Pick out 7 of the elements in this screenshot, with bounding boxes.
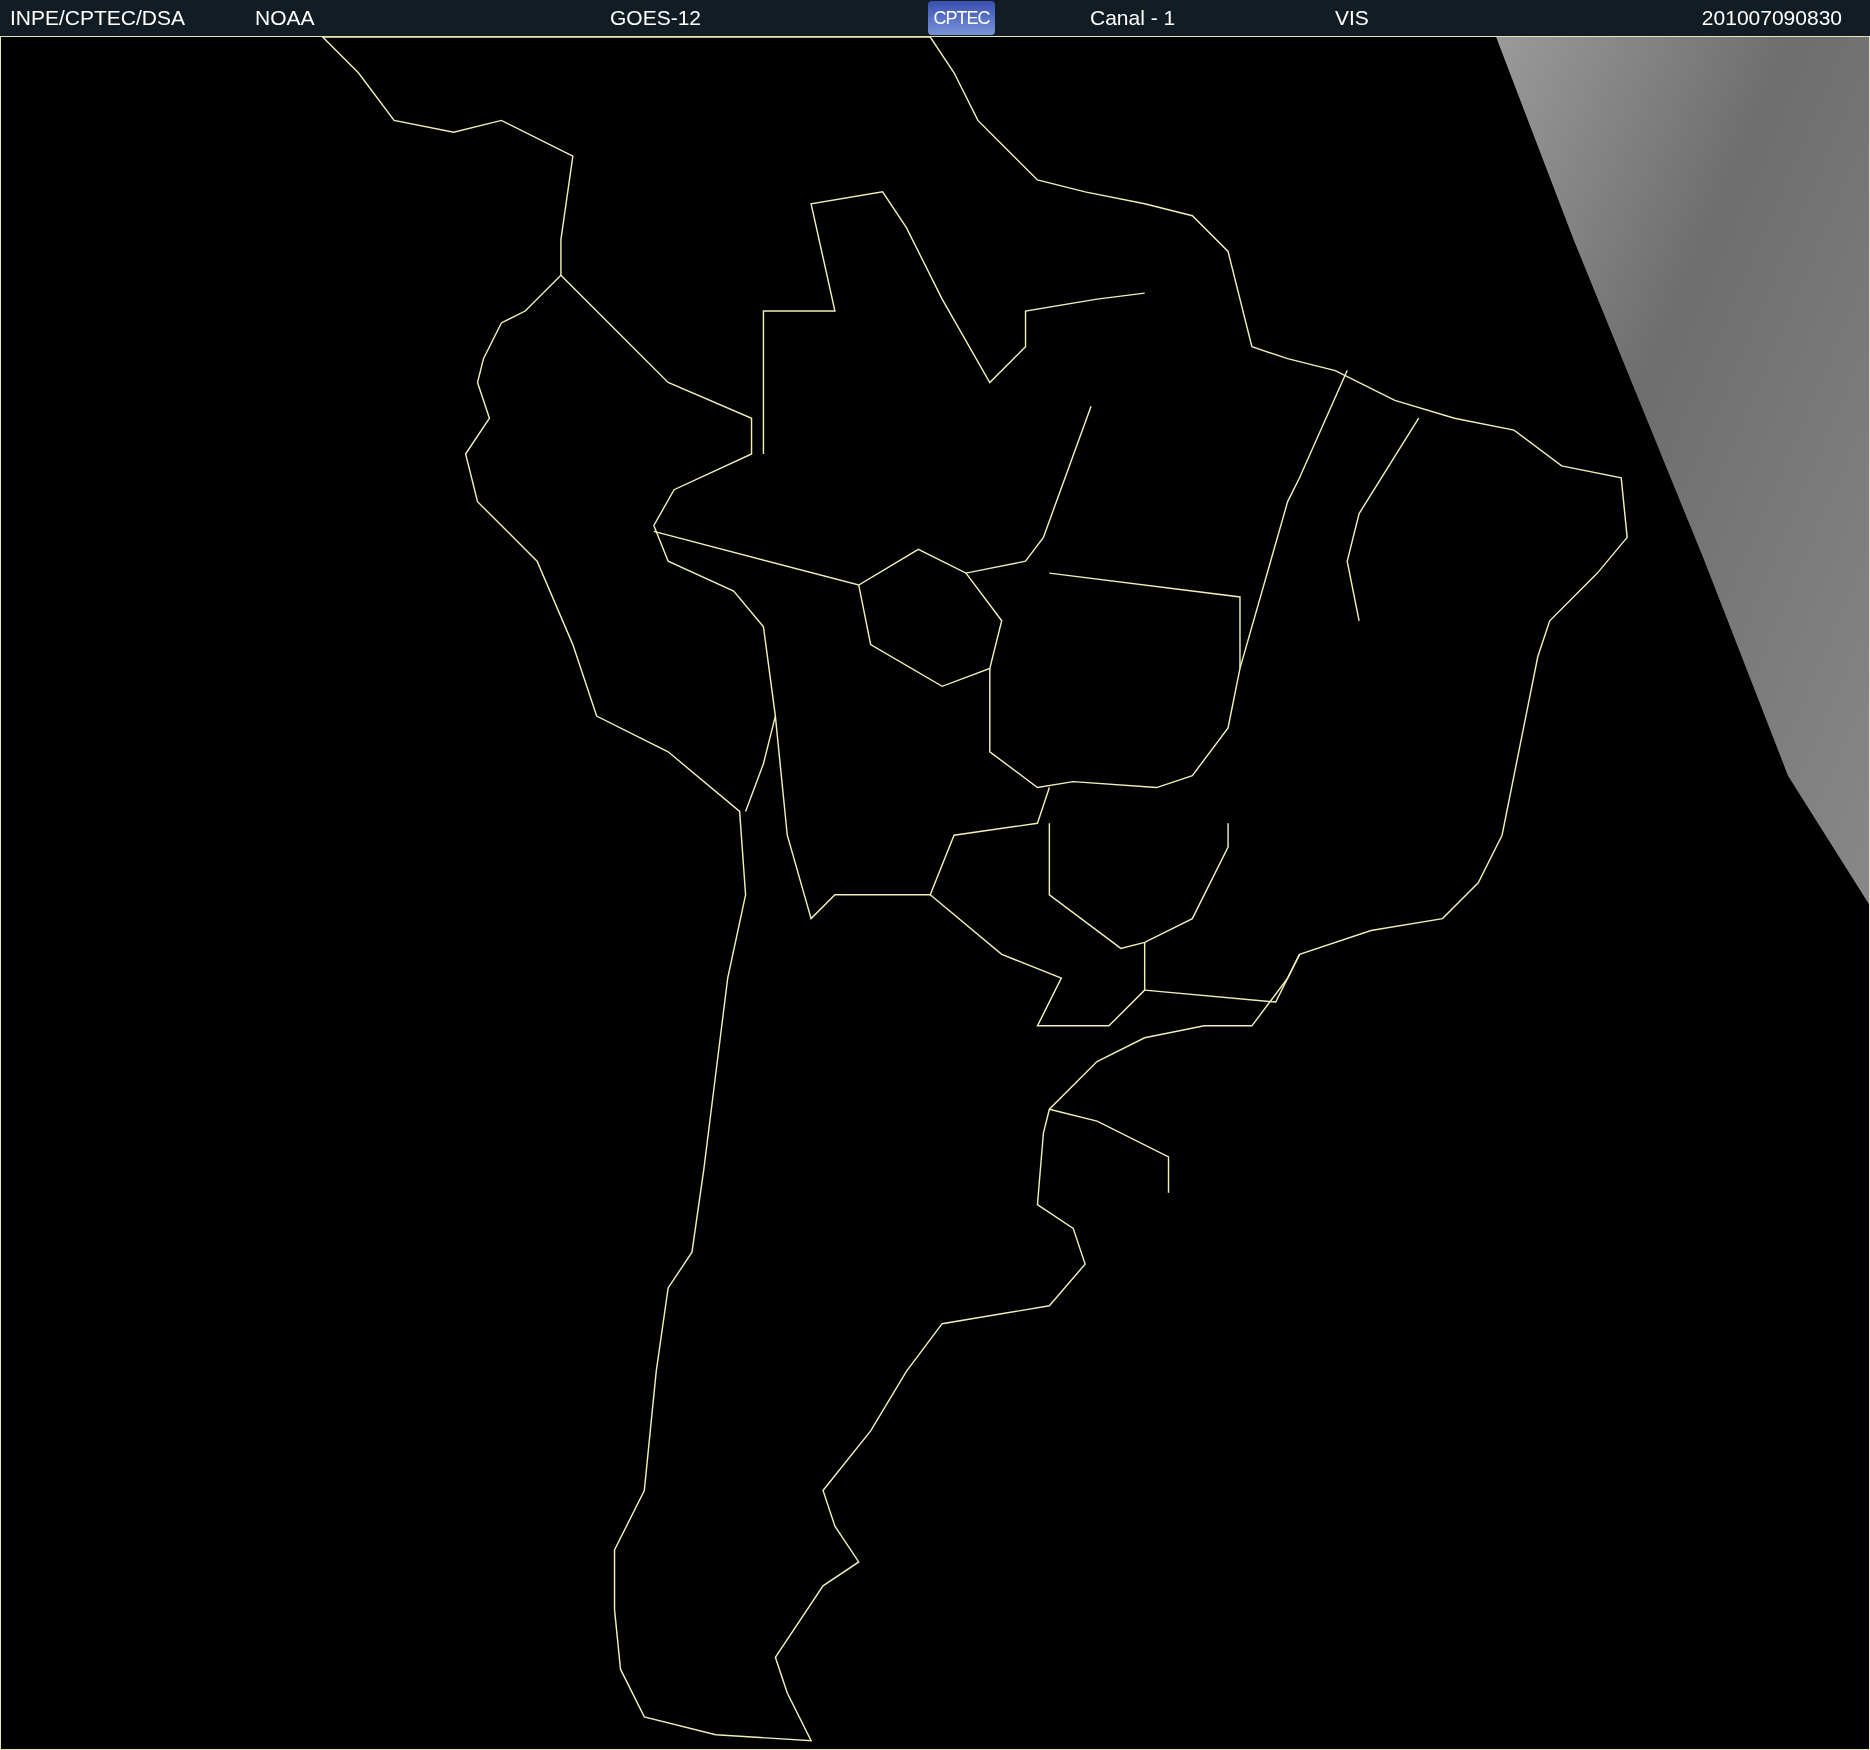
header-label: VIS (1335, 6, 1369, 30)
header-label: NOAA (255, 6, 315, 30)
logo: CPTEC (928, 1, 995, 36)
header-label: Canal - 1 (1090, 6, 1176, 30)
header-label: 201007090830 (1701, 6, 1842, 30)
header-label: INPE/CPTEC/DSA (10, 6, 186, 30)
header-label: GOES-12 (610, 6, 702, 30)
